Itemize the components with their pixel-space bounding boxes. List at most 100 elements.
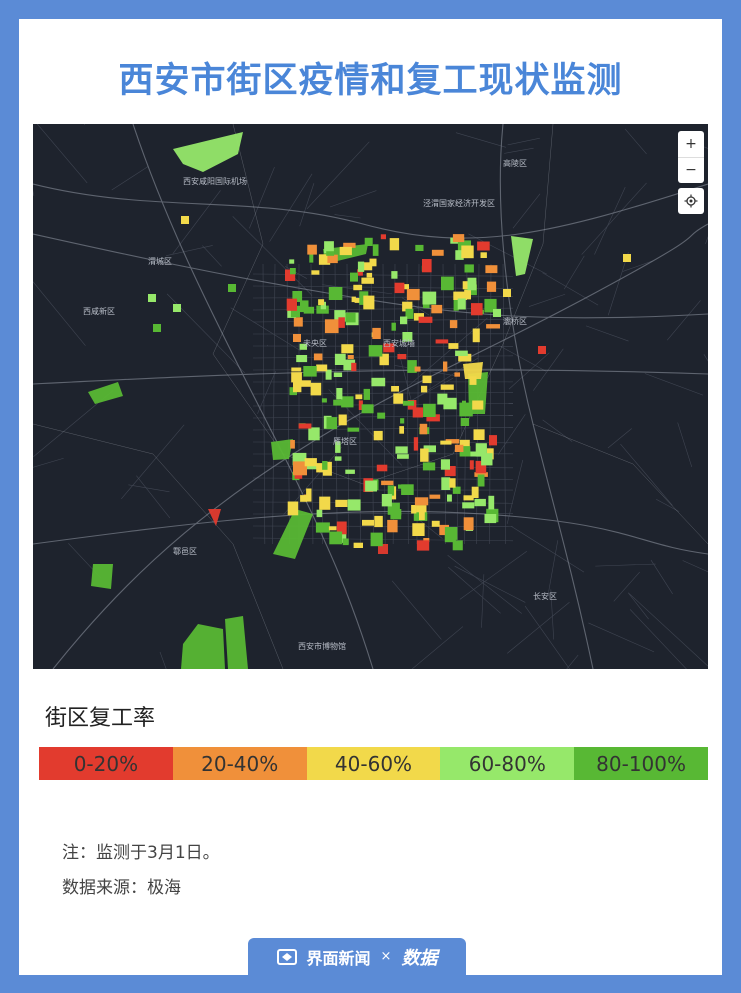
street-block (334, 353, 346, 365)
street-block (321, 398, 327, 403)
street-block (345, 312, 356, 323)
street-block (271, 439, 293, 460)
street-block (381, 480, 394, 486)
street-block (350, 272, 358, 282)
street-block (488, 495, 495, 510)
street-block (391, 322, 396, 331)
street-block (380, 234, 386, 240)
road-line (666, 300, 701, 341)
street-block (391, 271, 398, 279)
street-block (477, 241, 490, 251)
road-line (392, 263, 396, 545)
road-line (650, 559, 673, 595)
road-line (249, 167, 275, 229)
map-canvas: 西安咸阳国际机场 渭城区 泾渭国家经济开发区 高陵区 西咸新区 未央区 灞桥区 … (33, 124, 708, 669)
zoom-out-button[interactable]: − (678, 157, 704, 183)
street-block (422, 259, 432, 273)
road-line (33, 190, 35, 196)
road-line (563, 255, 585, 290)
street-block (391, 386, 399, 392)
street-block (372, 244, 379, 256)
road-network (33, 124, 708, 669)
road-line (33, 457, 64, 468)
road-line (588, 622, 655, 653)
street-block (173, 132, 243, 172)
road-line (507, 137, 540, 146)
street-block (353, 284, 363, 291)
street-block (471, 303, 483, 316)
street-block (485, 265, 498, 274)
legend-item-20-40: 20-40% (172, 747, 307, 780)
street-block (363, 388, 370, 400)
road-line (468, 233, 547, 275)
place-labels: 西安咸阳国际机场 渭城区 泾渭国家经济开发区 高陵区 西咸新区 未央区 灞桥区 … (83, 158, 557, 651)
street-block (341, 344, 354, 354)
locate-button[interactable] (678, 188, 704, 214)
street-block (422, 375, 432, 384)
jiemian-logo-icon (276, 948, 297, 965)
place-label: 灞桥区 (503, 316, 527, 326)
road-line (121, 424, 185, 500)
street-block (413, 437, 419, 451)
road-line (705, 236, 708, 245)
street-block (452, 540, 463, 551)
street-block (414, 366, 421, 372)
street-block (471, 486, 479, 498)
street-block (373, 430, 383, 441)
street-block (480, 252, 487, 258)
street-block (328, 526, 337, 531)
street-block (429, 494, 441, 499)
street-block (431, 249, 444, 256)
street-block (335, 499, 348, 507)
road-line (512, 193, 541, 229)
street-block (454, 444, 464, 452)
zoom-in-button[interactable]: + (678, 131, 704, 157)
road-line (624, 128, 647, 155)
street-block (327, 254, 338, 264)
street-block (393, 393, 404, 404)
street-block (447, 494, 452, 502)
street-block (181, 624, 225, 669)
major-roads (33, 124, 708, 669)
street-block (411, 505, 417, 514)
street-block (315, 522, 330, 533)
road-line (166, 245, 213, 257)
road-line (528, 293, 566, 307)
street-block (338, 414, 347, 426)
street-block (308, 427, 320, 441)
street-block (287, 501, 299, 516)
street-block (293, 334, 301, 342)
street-block (298, 423, 312, 429)
street-block (319, 496, 331, 510)
legend-item-80-100: 80-100% (574, 747, 708, 780)
street-block (322, 461, 328, 470)
street-block (353, 542, 363, 548)
street-block (148, 294, 156, 302)
street-block (377, 412, 386, 419)
street-block (289, 259, 295, 264)
map-view[interactable]: 西安咸阳国际机场 渭城区 泾渭国家经济开发区 高陵区 西咸新区 未央区 灞桥区 … (33, 124, 708, 669)
street-block (362, 519, 374, 526)
street-block (421, 385, 428, 393)
street-block (431, 304, 443, 314)
street-block (399, 426, 404, 434)
street-block (376, 464, 388, 472)
street-block (469, 376, 477, 385)
street-block (333, 372, 343, 377)
place-label: 西安咸阳国际机场 (183, 176, 247, 186)
road-line (391, 580, 442, 640)
road-line (524, 605, 570, 669)
road-line (454, 565, 526, 603)
road-line (510, 526, 585, 573)
note-text: 注：监测于3月1日。 (62, 843, 220, 863)
road-line (334, 214, 361, 219)
street-block (486, 324, 500, 329)
street-block (324, 319, 339, 334)
road-line (329, 190, 377, 208)
street-block (440, 440, 452, 445)
road-line (542, 419, 573, 442)
road-line (504, 147, 534, 154)
road-line (547, 540, 559, 598)
street-block (455, 350, 468, 356)
street-block (363, 295, 375, 310)
